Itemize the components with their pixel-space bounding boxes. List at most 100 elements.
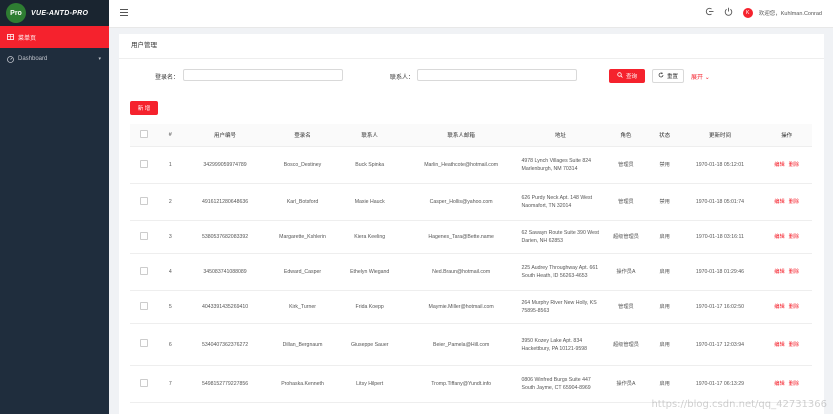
actions-cell: 编辑 删除 [761,220,812,254]
status-cell: 启用 [650,253,679,291]
user-id-cell: 5340407362376272 [181,323,269,366]
status-cell: 禁用 [650,183,679,221]
email-cell: Beier_Pamela@Hill.com [402,323,520,366]
status-cell: 启用 [650,323,679,366]
address-cell: 0806 Winfred Burgs Suite 447 South Jayme… [519,365,602,403]
table-row[interactable]: 4 345083741088089 Edward_Casper Ethelyn Wie… [130,253,812,291]
reset-button[interactable]: 重置 [652,69,684,83]
row-select-cell [130,323,159,366]
column-header: 地址 [519,124,602,147]
contact-cell: Maxie Hauck [336,183,403,221]
row-checkbox[interactable] [140,159,149,168]
user-id-cell: 4043391435269410 [181,290,269,324]
dashboard-icon [7,55,14,63]
search-button[interactable]: 查询 [609,69,645,83]
table-row[interactable]: 5 4043391435269410 Kirk_Turner Frida Koepp M… [130,290,812,324]
status-cell: 启用 [650,220,679,254]
table-row[interactable]: 6 5340407362376272 Dillan_Bergnaum Giuseppe… [130,323,812,366]
row-select-cell [130,290,159,324]
sidebar-item-dashboard[interactable]: Dashboard ▾ [0,48,109,70]
column-header: 用户编号 [181,124,269,147]
user-table: # 用户编号 登录名 联系人 联系人邮箱 地址 角色 状态 更新时间 操作 13… [130,124,812,403]
column-header: 联系人邮箱 [402,124,520,147]
row-select-cell [130,146,159,184]
contact-label: 联系人： [390,75,415,81]
actions-cell: 编辑 删除 [761,290,812,324]
logo[interactable]: Pro VUE-ANTD-PRO [0,0,109,26]
address-cell: 264 Murphy River New Holly, KS 75895-856… [519,290,602,324]
edit-link[interactable]: 编辑 [774,269,784,275]
email-cell: Hagenes_Tara@Bette.name [402,220,520,254]
edit-link[interactable]: 编辑 [774,199,784,205]
row-select-cell [130,220,159,254]
row-select-cell [130,253,159,291]
edit-link[interactable]: 编辑 [774,162,784,168]
menu-fold-icon[interactable] [120,9,128,18]
delete-link[interactable]: 删除 [789,162,799,168]
login-name-label: 登录名： [155,75,180,81]
top-header: K 欢迎您，Kuhlman.Conrad [109,0,833,28]
column-header: # [158,124,182,147]
contact-input[interactable] [417,69,577,81]
contact-cell: Kiera Keeling [336,220,403,254]
role-cell: 操作员A [601,253,651,291]
row-number-cell: 3 [158,220,182,254]
table-row[interactable]: 7 5498152779227856 Prohaska.Kenneth Litsy H… [130,365,812,403]
table-row[interactable]: 3 5380537682083392 Margarette_Kshlerin Kier… [130,220,812,254]
user-id-cell: 345083741088089 [181,253,269,291]
content-card: 用户管理 登录名： 联系人： 查询 重置 展开 ⌄ 新 增 # 用户编号 登录名… [119,34,824,414]
address-cell: 3950 Kozey Lake Apt. 834 Hackettbury, PA… [519,323,602,366]
expand-link[interactable]: 展开 ⌄ [691,72,710,81]
delete-link[interactable]: 删除 [789,269,799,275]
role-cell: 超级管理员 [601,220,651,254]
logo-badge: Pro [6,3,26,23]
row-checkbox[interactable] [140,266,149,275]
delete-link[interactable]: 删除 [789,304,799,310]
welcome-text: 欢迎您，Kuhlman.Conrad [758,10,822,17]
page-title: 用户管理 [119,34,824,59]
row-checkbox[interactable] [140,231,149,240]
row-number-cell: 1 [158,146,182,184]
search-icon [617,72,623,80]
login-name-cell: Margarette_Kshlerin [268,220,337,254]
row-checkbox[interactable] [140,339,149,347]
select-all-checkbox[interactable] [140,130,149,138]
reset-button-label: 重置 [666,74,678,80]
search-form: 登录名： 联系人： 查询 重置 展开 ⌄ [119,69,824,83]
avatar[interactable]: K [742,7,753,18]
status-cell: 启用 [650,290,679,324]
power-icon[interactable] [724,7,733,18]
actions-cell: 编辑 删除 [761,253,812,291]
select-all-header[interactable] [130,124,159,147]
add-button[interactable]: 新 增 [130,101,158,115]
delete-link[interactable]: 删除 [789,381,799,387]
sidebar-item-menu-page[interactable]: 菜单页 [0,26,109,48]
actions-cell: 编辑 删除 [761,183,812,221]
user-id-cell: 5380537682083392 [181,220,269,254]
chevron-down-icon: ⌄ [704,75,710,81]
logout-icon[interactable] [705,7,714,18]
login-name-input[interactable] [183,69,343,81]
contact-cell: Buck Spinka [336,146,403,184]
status-cell: 禁用 [650,146,679,184]
row-checkbox[interactable] [140,196,149,205]
table-row[interactable]: 1 342999059974789 Bosco_Destiney Buck Spink… [130,146,812,184]
edit-link[interactable]: 编辑 [774,234,784,240]
delete-link[interactable]: 删除 [789,342,799,348]
chevron-down-icon: ▾ [98,56,101,62]
table-row[interactable]: 2 4916121280648636 Karl_Botsford Maxie Hauc… [130,183,812,221]
row-checkbox[interactable] [140,301,149,310]
contact-cell: Litsy Hilpert [336,365,403,403]
row-checkbox[interactable] [140,378,149,387]
row-number-cell: 2 [158,183,182,221]
edit-link[interactable]: 编辑 [774,342,784,348]
table-header-row: # 用户编号 登录名 联系人 联系人邮箱 地址 角色 状态 更新时间 操作 [130,124,812,147]
edit-link[interactable]: 编辑 [774,381,784,387]
edit-link[interactable]: 编辑 [774,304,784,310]
expand-label: 展开 [691,75,704,81]
status-cell: 启用 [650,365,679,403]
column-header: 登录名 [268,124,337,147]
delete-link[interactable]: 删除 [789,234,799,240]
login-name-cell: Edward_Casper [268,253,337,291]
delete-link[interactable]: 删除 [789,199,799,205]
